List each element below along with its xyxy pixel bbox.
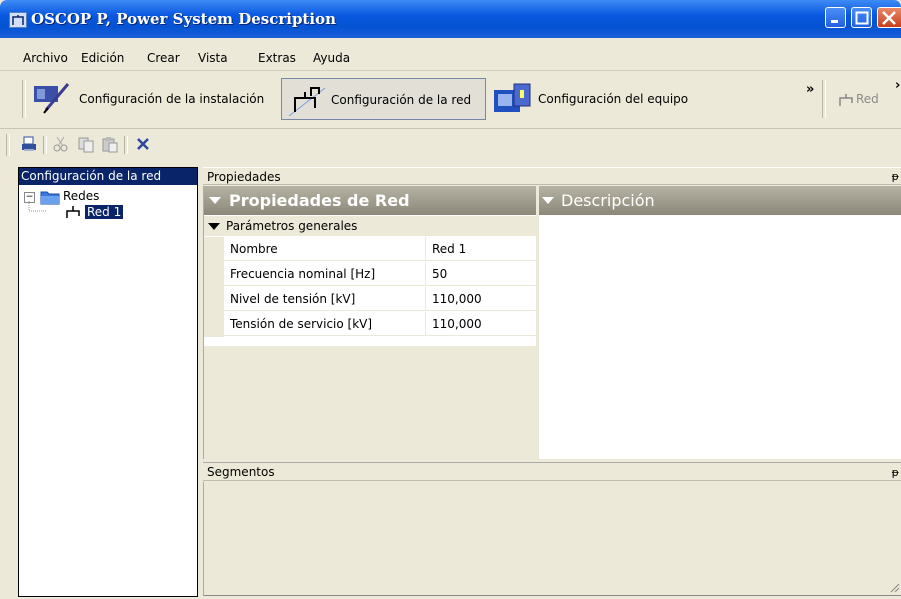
cut-icon[interactable] [52,135,70,153]
property-value-field[interactable]: 110,000 [426,312,536,336]
description-title: Descripción [561,191,655,210]
close-icon [882,11,896,25]
separator-2 [124,136,128,154]
menu-extras[interactable]: Extras [258,51,296,65]
network-properties-section[interactable]: Propiedades de Red [204,186,536,215]
window-title: OSCOP P, Power System Description [31,10,336,28]
property-value-field[interactable]: 110,000 [426,287,536,311]
delete-icon[interactable] [134,135,152,153]
equipment-config-label: Configuración del equipo [538,92,689,106]
toolbar-grip[interactable] [22,80,26,118]
property-key: Nivel de tensión [kV] [224,287,426,311]
red-button[interactable]: Red [832,78,896,120]
properties-header: Propiedades ᵽ [203,167,901,185]
network-config-button[interactable]: Configuración de la red [281,78,486,120]
property-key: Tensión de servicio [kV] [224,312,426,336]
segments-title: Segmentos [207,465,275,479]
segments-body [203,482,901,596]
property-row: Nivel de tensión [kV] 110,000 [204,287,536,312]
network-icon [288,87,326,117]
chevron-down-icon [542,197,554,204]
network-icon [9,12,27,28]
general-parameters-group[interactable]: Parámetros generales [204,216,536,236]
print-icon[interactable] [20,135,38,153]
equipment-config-button[interactable]: Configuración del equipo [490,78,700,120]
toolbar-more-icon[interactable]: › [895,78,900,93]
title-bar: OSCOP P, Power System Description [0,0,901,38]
properties-title: Propiedades [207,170,281,184]
property-key: Frecuencia nominal [Hz] [224,262,426,286]
edit-toolbar-grip[interactable] [6,134,10,156]
edit-toolbar [0,128,901,163]
tree-node-redes[interactable]: Redes [63,189,99,203]
segments-header: Segmentos ᵽ [203,462,901,481]
installation-config-label: Configuración de la instalación [79,92,265,106]
close-button[interactable] [877,7,901,28]
menu-bar: Archivo Edición Crear Vista Extras Ayuda [0,38,901,71]
description-section[interactable]: Descripción [539,186,901,215]
properties-body: Propiedades de Red Descripción Parámetro… [203,186,901,459]
installation-config-button[interactable]: Configuración de la instalación [30,78,270,120]
row-gutter [204,287,224,312]
row-gutter [204,312,224,337]
panel-splitter[interactable] [536,186,539,459]
network-small-icon [839,94,853,106]
menu-archivo[interactable]: Archivo [23,51,68,65]
pin-icon[interactable]: ᵽ [892,463,899,482]
network-tree-panel: Configuración de la red − Redes Red 1 [18,167,198,597]
paste-icon[interactable] [101,135,119,153]
chevron-down-icon [208,223,220,230]
chevron-down-icon [209,197,221,204]
main-toolbar: Configuración de la instalación Configur… [0,70,901,129]
network-config-label: Configuración de la red [331,93,472,107]
menu-crear[interactable]: Crear [147,51,180,65]
tree-header: Configuración de la red [19,168,197,185]
menu-ayuda[interactable]: Ayuda [313,51,350,65]
toolbar-grip-2[interactable] [822,80,826,118]
separator [43,136,47,154]
tree-node-red-1[interactable]: Red 1 [85,205,124,219]
network-properties-title: Propiedades de Red [229,191,410,210]
general-parameters-title: Parámetros generales [226,219,358,233]
installation-icon [34,83,70,114]
properties-empty-area [204,346,536,459]
menu-edicion[interactable]: Edición [81,51,124,65]
property-value-field[interactable]: 50 [426,262,536,286]
equipment-icon [494,83,531,112]
tree-connector [28,201,46,212]
network-node-icon [66,206,80,218]
row-gutter [204,237,224,262]
property-row: Tensión de servicio [kV] 110,000 [204,312,536,337]
toolbar-overflow-icon[interactable]: » [806,82,814,97]
property-key: Nombre [224,237,426,261]
menu-vista[interactable]: Vista [198,51,228,65]
maximize-button[interactable] [851,7,872,28]
minimize-button[interactable] [825,7,846,28]
property-row: Nombre Red 1 [204,237,536,262]
resize-grip-icon[interactable] [890,583,900,593]
row-gutter [204,262,224,287]
copy-icon[interactable] [77,135,95,153]
property-value-field[interactable]: Red 1 [426,237,536,261]
pin-icon[interactable]: ᵽ [892,168,899,186]
property-row: Frecuencia nominal [Hz] 50 [204,262,536,287]
red-button-label: Red [856,92,879,106]
